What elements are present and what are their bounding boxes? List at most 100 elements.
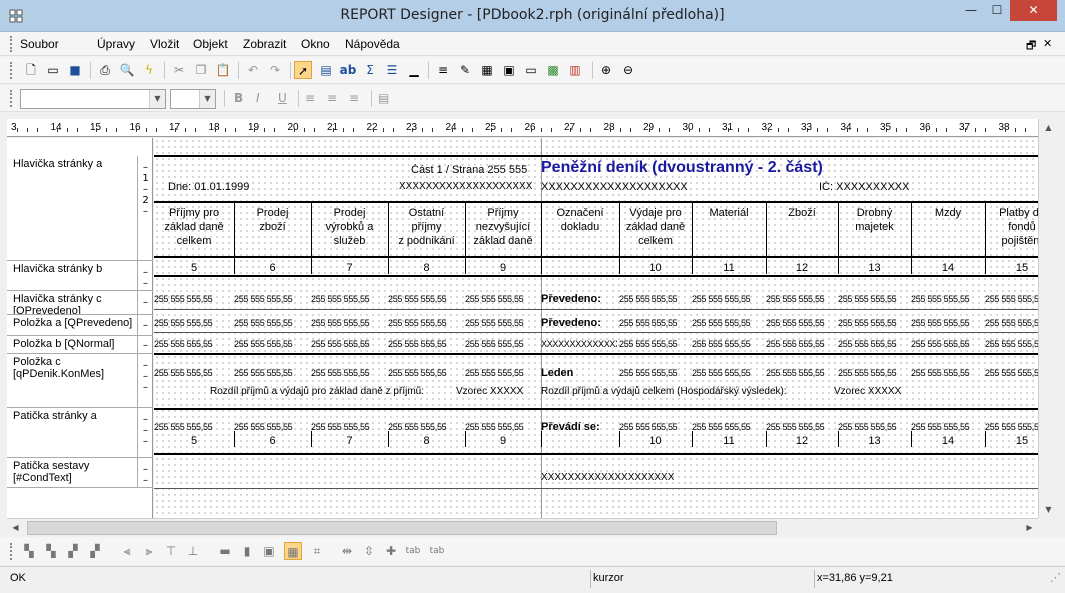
column-header[interactable]: Prodej zboží <box>234 206 311 234</box>
scroll-right-icon[interactable]: ▶ <box>1021 519 1038 537</box>
value-field[interactable]: 255 555 555,55 <box>388 368 465 379</box>
value-field[interactable]: 255 555 555,55 <box>985 422 1038 433</box>
bold-button[interactable]: B <box>234 91 243 105</box>
underline-button[interactable]: U <box>278 91 287 105</box>
align-top-icon[interactable]: ⊤ <box>162 542 180 560</box>
resize-grip-icon[interactable]: ⋰ <box>1048 570 1062 588</box>
menu-objekt[interactable]: Objekt <box>193 37 228 51</box>
value-field[interactable]: 255 555 555,55 <box>234 339 311 350</box>
value-field[interactable]: 255 555 555,55 <box>985 294 1038 305</box>
send-backward-icon[interactable]: ▞ <box>86 542 104 560</box>
open-icon[interactable]: ▭ <box>44 61 62 79</box>
value-field[interactable]: 255 555 555,55 <box>985 339 1038 350</box>
save-icon[interactable]: ■ <box>66 61 84 79</box>
menu-vlozit[interactable]: Vložit <box>150 37 179 51</box>
row-label[interactable]: Převedeno: <box>541 293 601 305</box>
close-button[interactable]: ✕ <box>1010 0 1057 21</box>
value-field[interactable]: 255 555 555,55 <box>311 368 388 379</box>
field-icon[interactable]: ▤ <box>317 61 335 79</box>
band-icon[interactable]: ≡ <box>434 61 452 79</box>
bring-forward-icon[interactable]: ▞ <box>64 542 82 560</box>
formula-field[interactable]: Vzorec XXXXX <box>834 386 901 398</box>
align-left-icon[interactable]: ⫷ <box>118 542 136 560</box>
value-field[interactable]: 255 555 555,55 <box>838 339 911 350</box>
send-back-icon[interactable]: ▚ <box>42 542 60 560</box>
value-field[interactable]: 255 555 555,55 <box>311 339 388 350</box>
scroll-up-icon[interactable]: ▲ <box>1039 119 1058 136</box>
value-field[interactable]: 255 555 555,55 <box>465 339 541 350</box>
menu-soubor[interactable]: Soubor <box>20 37 59 51</box>
line-icon[interactable]: ▁ <box>405 61 423 79</box>
value-field[interactable]: 255 555 555,55 <box>234 368 311 379</box>
value-field[interactable]: 255 555 555,55 <box>911 368 985 379</box>
same-height-icon[interactable]: ▮ <box>238 542 256 560</box>
value-field[interactable]: 255 555 555,55 <box>985 368 1038 379</box>
column-header[interactable]: Drobný majetek <box>838 206 911 234</box>
print-icon[interactable]: ⎙ <box>96 61 114 79</box>
list-icon[interactable]: ☰ <box>383 61 401 79</box>
total-difference-label[interactable]: Rozdíl příjmů a výdajů celkem (Hospodářs… <box>541 386 787 398</box>
same-width-icon[interactable]: ▬ <box>216 542 234 560</box>
value-field[interactable]: 255 555 555,55 <box>766 318 838 329</box>
new-icon[interactable]: 🗋 <box>22 61 40 79</box>
value-field[interactable]: 255 555 555,55 <box>311 318 388 329</box>
company-field[interactable]: XXXXXXXXXXXXXXXXXXXX <box>399 181 541 193</box>
value-field[interactable]: 255 555 555,55 <box>465 368 541 379</box>
snap-grid-icon[interactable]: ▦ <box>284 542 302 560</box>
grid-icon[interactable]: ▦ <box>478 61 496 79</box>
bring-front-icon[interactable]: ▚ <box>20 542 38 560</box>
edit-icon[interactable]: ✎ <box>456 61 474 79</box>
zoom-in-icon[interactable]: ⊕ <box>597 61 615 79</box>
align-right-icon[interactable]: ⫸ <box>140 542 158 560</box>
text-icon[interactable]: ab <box>339 61 357 79</box>
band-label[interactable]: Patička sestavy [#CondText] <box>7 458 137 488</box>
value-field[interactable]: 255 555 555,55 <box>388 422 465 433</box>
value-field[interactable]: 255 555 555,55 <box>692 422 766 433</box>
value-field[interactable]: 255 555 555,55 <box>766 422 838 433</box>
column-header[interactable]: Výdaje pro základ daně celkem <box>619 206 692 248</box>
column-header[interactable]: Mzdy <box>911 206 985 220</box>
value-field[interactable]: 255 555 555,55 <box>154 318 234 329</box>
picture-icon[interactable]: ▩ <box>544 61 562 79</box>
value-field[interactable]: 255 555 555,55 <box>692 368 766 379</box>
scroll-thumb[interactable] <box>27 521 777 535</box>
menu-napoveda[interactable]: Nápověda <box>345 37 400 51</box>
scroll-down-icon[interactable]: ▼ <box>1039 501 1058 518</box>
column-header[interactable]: Označení dokladu <box>541 206 619 234</box>
chart-icon[interactable]: ▥ <box>566 61 584 79</box>
align-bottom-icon[interactable]: ⊥ <box>184 542 202 560</box>
copy-icon[interactable]: ❐ <box>192 61 210 79</box>
value-field[interactable]: 255 555 555,55 <box>234 318 311 329</box>
value-field[interactable]: 255 555 555,55 <box>766 294 838 305</box>
value-field[interactable]: 255 555 555,55 <box>838 422 911 433</box>
band-label[interactable]: Hlavička stránky c [QPrevedeno] <box>7 291 137 315</box>
vertical-scrollbar[interactable]: ▲ ▼ <box>1038 119 1057 518</box>
column-header[interactable]: Materiál <box>692 206 766 220</box>
value-field[interactable]: 255 555 555,55 <box>692 294 766 305</box>
guide-icon[interactable]: ⌗ <box>308 542 326 560</box>
value-field[interactable]: 255 555 555,55 <box>692 339 766 350</box>
font-size-select[interactable]: ▼ <box>170 89 216 109</box>
column-header[interactable]: Prodej výrobků a služeb <box>311 206 388 248</box>
undo-icon[interactable]: ↶ <box>244 61 262 79</box>
font-name-select[interactable]: ▼ <box>20 89 166 109</box>
value-field[interactable]: 255 555 555,55 <box>838 368 911 379</box>
value-field[interactable]: 255 555 555,55 <box>911 294 985 305</box>
align-left-icon[interactable]: ≡ <box>305 91 315 105</box>
report-title[interactable]: Peněžní deník (dvoustranný - 2. část) <box>541 159 823 177</box>
form-icon[interactable]: ▭ <box>522 61 540 79</box>
value-field[interactable]: 255 555 555,55 <box>154 368 234 379</box>
value-field[interactable]: 255 555 555,55 <box>154 422 234 433</box>
pointer-icon[interactable]: ➚ <box>294 61 312 79</box>
value-field[interactable]: 255 555 555,55 <box>311 422 388 433</box>
toolbar-grip-icon[interactable] <box>10 62 14 79</box>
column-header[interactable]: Zboží <box>766 206 838 220</box>
menu-zobrazit[interactable]: Zobrazit <box>243 37 286 51</box>
row-label[interactable]: Převedeno: <box>541 317 601 329</box>
value-field[interactable]: 255 555 555,55 <box>838 294 911 305</box>
document-field[interactable]: XXXXXXXXXXXXXXXXXXXX <box>541 339 617 350</box>
band-label[interactable]: Položka b [QNormal] <box>7 336 137 354</box>
toolbar-grip-icon[interactable] <box>10 543 14 560</box>
cut-icon[interactable]: ✂ <box>170 61 188 79</box>
page-info-field[interactable]: Část 1 / Strana 255 555 <box>411 164 527 176</box>
